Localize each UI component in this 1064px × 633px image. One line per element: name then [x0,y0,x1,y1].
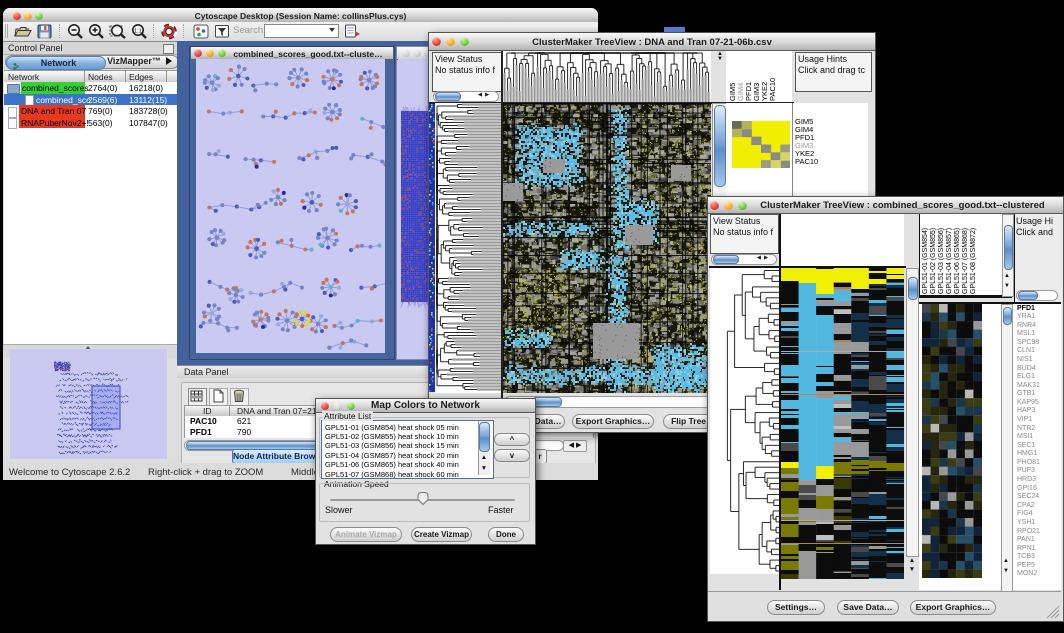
svg-text:1:1: 1:1 [134,28,142,34]
